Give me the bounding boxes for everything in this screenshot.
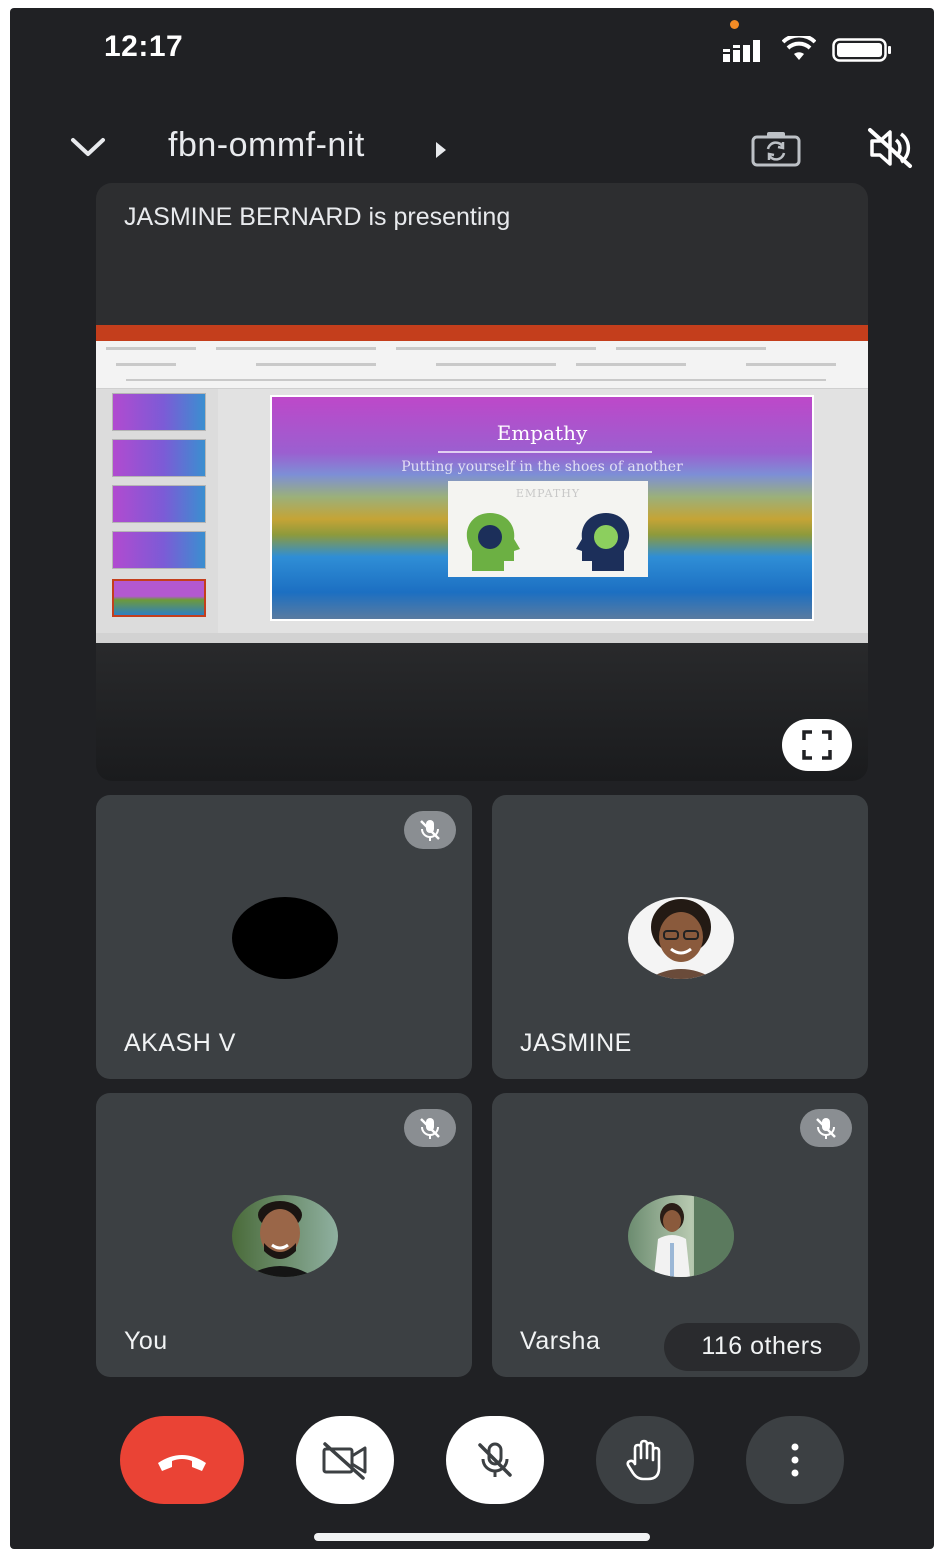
avatar	[232, 897, 338, 979]
current-slide: Empathy Putting yourself in the shoes of…	[270, 395, 814, 621]
shared-screen: Empathy Putting yourself in the shoes of…	[96, 325, 868, 643]
home-indicator[interactable]	[314, 1533, 650, 1541]
participant-tile-varsha[interactable]: Varsha 116 others	[492, 1093, 868, 1377]
participant-name: You	[124, 1327, 168, 1355]
presentation-tile[interactable]: JASMINE BERNARD is presenting Empathy Pu…	[96, 183, 868, 781]
slide-canvas: Empathy Putting yourself in the shoes of…	[218, 389, 868, 633]
slide-thumbnail-active	[112, 579, 206, 617]
slide-title: Empathy	[496, 421, 588, 445]
wifi-icon	[782, 36, 816, 60]
card-label: EMPATHY	[515, 487, 581, 500]
muted-badge	[800, 1109, 852, 1147]
avatar	[628, 897, 734, 979]
slide-thumbnail	[112, 393, 206, 431]
phone-hangup-icon	[158, 1455, 206, 1471]
slide-subtitle: Putting yourself in the shoes of another	[401, 459, 683, 475]
participant-tile-you[interactable]: You	[96, 1093, 472, 1377]
empathy-card: EMPATHY	[448, 481, 648, 577]
muted-badge	[404, 1109, 456, 1147]
slide-thumbnail	[112, 531, 206, 569]
end-call-button[interactable]	[120, 1416, 244, 1504]
status-time: 12:17	[104, 30, 184, 63]
app-statusbar	[96, 633, 868, 643]
cellular-signal-icon	[723, 40, 760, 62]
participant-name: AKASH V	[124, 1029, 236, 1057]
fullscreen-button[interactable]	[782, 719, 852, 771]
camera-toggle-button[interactable]	[296, 1416, 394, 1504]
meet-call-screen: 12:17 fbn-ommf-nit JASMINE BERNARD is pr…	[10, 8, 934, 1549]
battery-icon	[832, 38, 891, 62]
play-arrow-icon[interactable]	[434, 140, 448, 160]
heads-illustration	[466, 513, 630, 571]
microphone-toggle-button[interactable]	[446, 1416, 544, 1504]
participant-tile-jasmine[interactable]: JASMINE	[492, 795, 868, 1079]
hand-icon	[626, 1439, 661, 1481]
mic-off-icon	[420, 1118, 440, 1139]
raise-hand-button[interactable]	[596, 1416, 694, 1504]
slide-thumbnail	[112, 439, 206, 477]
more-options-button[interactable]	[746, 1416, 844, 1504]
flip-camera-icon[interactable]	[750, 130, 802, 168]
participant-tile-akash[interactable]: AKASH V	[96, 795, 472, 1079]
speaker-off-icon[interactable]	[866, 126, 916, 170]
avatar	[628, 1195, 734, 1277]
others-count-label: 116 others	[701, 1332, 823, 1360]
presenter-label: JASMINE BERNARD is presenting	[124, 203, 511, 231]
mic-off-icon	[420, 820, 440, 841]
participant-name: Varsha	[520, 1327, 601, 1355]
privacy-indicator-dot	[730, 20, 739, 29]
slide-thumbnails	[96, 389, 218, 633]
slide-thumbnail	[112, 485, 206, 523]
mic-off-icon	[816, 1118, 836, 1139]
videocam-off-icon	[322, 1442, 367, 1480]
muted-badge	[404, 811, 456, 849]
mic-off-icon	[478, 1442, 512, 1477]
participant-name: JASMINE	[520, 1029, 632, 1057]
app-ribbon	[96, 341, 868, 389]
others-count-pill[interactable]: 116 others	[664, 1323, 860, 1371]
more-vert-icon	[791, 1443, 799, 1477]
slide-divider	[438, 451, 652, 453]
chevron-down-icon[interactable]	[68, 132, 108, 162]
avatar	[232, 1195, 338, 1277]
app-titlebar	[96, 325, 868, 341]
fullscreen-icon	[802, 730, 832, 760]
meeting-code-title[interactable]: fbn-ommf-nit	[168, 126, 365, 165]
